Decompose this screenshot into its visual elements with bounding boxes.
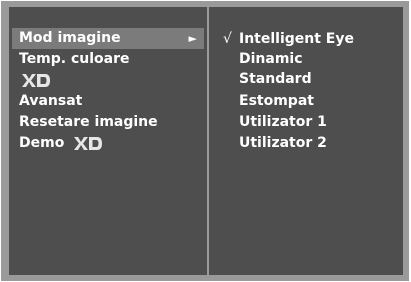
xd-logo-icon	[73, 136, 103, 151]
menu-item-temp-culoare[interactable]: Temp. culoare	[12, 49, 204, 70]
xd-logo-icon	[21, 73, 51, 88]
menu-item-label: Resetare imagine	[19, 114, 158, 130]
menu-item-label: Avansat	[19, 93, 83, 109]
option-label: Intelligent Eye	[239, 31, 354, 47]
submenu-panel: √ Intelligent Eye Dinamic Standard Estomp…	[209, 7, 403, 275]
option-utilizator-2[interactable]: Utilizator 2	[223, 133, 327, 153]
tv-osd-frame: Mod imagine ► Temp. culoare Avansat Rese…	[1, 1, 409, 281]
menu-item-avansat[interactable]: Avansat	[12, 91, 204, 112]
menu-item-mod-imagine[interactable]: Mod imagine ►	[12, 28, 204, 49]
option-label: Utilizator 2	[239, 135, 327, 151]
option-label: Standard	[239, 71, 312, 87]
menu-item-label: Temp. culoare	[19, 51, 130, 67]
option-intelligent-eye[interactable]: √ Intelligent Eye	[223, 29, 354, 49]
option-utilizator-1[interactable]: Utilizator 1	[223, 112, 327, 132]
option-label: Dinamic	[239, 51, 303, 67]
main-menu-panel: Mod imagine ► Temp. culoare Avansat Rese…	[9, 7, 207, 275]
menu-item-resetare-imagine[interactable]: Resetare imagine	[12, 112, 204, 133]
option-label: Utilizator 1	[239, 114, 327, 130]
menu-item-label: Demo	[19, 135, 65, 151]
check-mark-icon: √	[223, 31, 232, 47]
submenu-arrow-icon: ►	[188, 32, 197, 45]
option-label: Estompat	[239, 93, 314, 109]
menu-item-label: Mod imagine	[19, 30, 121, 46]
option-standard[interactable]: Standard	[223, 69, 312, 89]
option-estompat[interactable]: Estompat	[223, 91, 314, 111]
menu-item-demo[interactable]: Demo	[12, 133, 204, 154]
menu-item-xd[interactable]	[12, 70, 204, 91]
option-dinamic[interactable]: Dinamic	[223, 49, 303, 69]
